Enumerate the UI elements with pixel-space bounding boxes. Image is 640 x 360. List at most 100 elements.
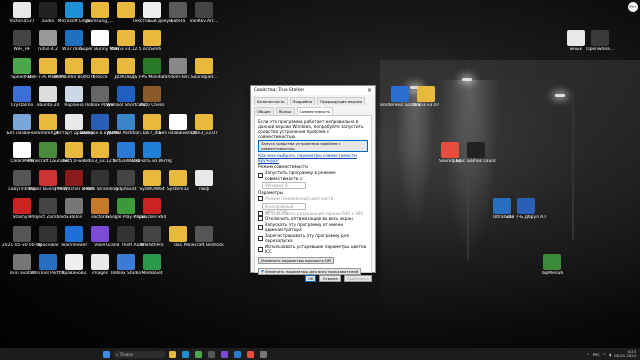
search-box[interactable]: ⌕ Поиск [113, 350, 166, 358]
checkbox-box[interactable] [258, 210, 263, 216]
lang-indicator[interactable]: РУС [593, 352, 600, 357]
desktop-icon[interactable]: Зай 7-Б Дбруя А.С [506, 198, 546, 234]
desktop-icon[interactable]: Epic Games Launcher [456, 142, 496, 178]
desktop-icon[interactable]: MediaGet [132, 254, 172, 290]
dialog-title: Свойства: True Stalker [254, 88, 305, 93]
checkbox-box[interactable] [258, 246, 263, 252]
app-icon [591, 30, 609, 46]
compat-mode-checkbox[interactable]: Запустить программу в режиме совместимос… [258, 170, 368, 181]
cancel-button[interactable]: Отмена [319, 275, 341, 282]
icc-label: Использовать устаревшие параметры цветов… [264, 243, 367, 255]
desktop-icon[interactable]: Odin3 v3.07 [406, 86, 446, 122]
mouse-cursor [321, 103, 324, 108]
edge-icon[interactable] [182, 350, 189, 358]
desktop-icon-label: Odin3_v3.07 [190, 131, 218, 136]
start-icon[interactable] [103, 350, 110, 358]
tab-security[interactable]: Безопасность [254, 97, 288, 105]
desktop-icon-label: Soundpad... [190, 75, 218, 80]
desktop-icon[interactable]: Minecraft Bedrock (... [184, 226, 224, 262]
search-placeholder: Поиск [120, 351, 133, 357]
dpi-button[interactable]: Изменить параметры высокого DPI [258, 256, 335, 264]
desktop-icon[interactable]: xSnKkv.Arc... [184, 2, 224, 38]
app-icon [195, 170, 213, 186]
desktop-icon-label: Epic Games Launcher [456, 159, 496, 164]
color-select[interactable]: 8-разрядный цвет (256) [262, 202, 306, 214]
tab-details[interactable]: Подробно [289, 97, 316, 105]
params-header: Параметры [258, 190, 284, 195]
checkbox-box[interactable] [258, 224, 263, 230]
desktop-icon-label: Скачать из Интернета [132, 159, 172, 164]
tab-previous-versions[interactable]: Предыдущие версии [317, 97, 365, 105]
icc-checkbox[interactable]: Использовать устаревшие параметры цветов… [258, 244, 368, 255]
app-icon [195, 114, 213, 130]
file-explorer-icon[interactable] [169, 350, 176, 358]
desktop-icon-label: Зай 7-Б Дбруя А.С [506, 215, 546, 220]
tab-general[interactable]: Общие [254, 107, 274, 115]
register-restart-label: Зарегистрировать эту программу для перез… [264, 232, 349, 244]
apply-button[interactable]: Применить [343, 275, 372, 282]
run-admin-checkbox[interactable]: Запускать эту программу от имени админис… [258, 222, 368, 233]
app-icon [143, 254, 161, 270]
desktop-icon-label: Odin3 v3.07 [412, 103, 440, 108]
desktop-icon[interactable]: TapMenu6 [532, 254, 572, 290]
desktop-icon[interactable]: пюф [184, 170, 224, 206]
desktop-icon[interactable]: Soundpad... [184, 58, 224, 94]
tab-compatibility[interactable]: Совместимость [296, 107, 334, 115]
viber-icon[interactable] [221, 350, 228, 358]
media-icon[interactable] [247, 350, 254, 358]
app-icon [195, 2, 213, 18]
properties-dialog: Свойства: True Stalker × Безопасность По… [250, 85, 376, 282]
notification-badge[interactable]: 99+ [628, 2, 638, 12]
dialog-titlebar: Свойства: True Stalker × [251, 86, 375, 95]
close-icon[interactable]: × [367, 87, 372, 94]
troubleshoot-button[interactable]: Запуск средства устранения проблем с сов… [258, 140, 368, 152]
app-icon [543, 254, 561, 270]
desktop-icon[interactable]: Openwhea... [580, 30, 620, 66]
tab-row-2: Общие Ярлык Совместимость [251, 105, 375, 115]
app-icon [143, 142, 161, 158]
intro-text: Если эта программа работает неправильно … [258, 119, 364, 139]
app-icon [143, 30, 161, 46]
compat-mode-select[interactable]: Windows 8 [262, 182, 306, 189]
compatibility-panel: Если эта программа работает неправильно … [254, 115, 372, 275]
desktop-icon[interactable]: Odin3_v3.07 [184, 114, 224, 150]
desktop-icon-label: MediaGet [141, 271, 163, 276]
app-icon [143, 86, 161, 102]
wifi-icon[interactable]: ◠ [603, 352, 606, 357]
dialog-footer: OK Отмена Применить [251, 273, 375, 284]
volume-icon[interactable]: ◖ [609, 352, 611, 357]
app-icon [143, 198, 161, 214]
desktop-icon-label: Openwhea... [586, 47, 614, 52]
chrome-icon[interactable] [195, 350, 202, 358]
checkbox-box[interactable] [258, 196, 263, 202]
desktop-icon-label: TapMenu6 [540, 271, 564, 276]
desktop-icon-label: Auto Chess [139, 103, 165, 108]
checkbox-box[interactable] [258, 235, 263, 241]
compat-mode-label: Запустить программу в режиме совместимос… [264, 170, 336, 181]
compat-mode-header: Режим совместимости [258, 164, 308, 169]
app-icon [517, 198, 535, 214]
tab-row-1: Безопасность Подробно Предыдущие версии [251, 95, 375, 105]
telegram-icon[interactable] [234, 350, 241, 358]
tab-shortcut[interactable]: Ярлык [275, 107, 295, 115]
ok-button[interactable]: OK [304, 275, 317, 282]
clock[interactable]: 0:23 05.01.2024 [614, 349, 636, 359]
steam-icon[interactable] [208, 350, 215, 358]
app-icon [195, 58, 213, 74]
manual-settings-link[interactable]: Как мне выбрать параметры совместимости … [258, 153, 368, 163]
system-tray: ^ РУС ◠ ◖ 0:23 05.01.2024 [586, 349, 640, 359]
desktop-icon-label: xSnKkv.Arc... [189, 19, 219, 24]
settings-icon[interactable] [260, 350, 267, 358]
register-restart-checkbox[interactable]: Зарегистрировать эту программу для перез… [258, 233, 368, 244]
desktop-icon-label: unlocker-x64 [137, 215, 167, 220]
reduced-color-label: Режим пониженной цветности [265, 196, 334, 201]
reduced-color-checkbox[interactable]: Режим пониженной цветности [258, 196, 368, 202]
checkbox-box[interactable] [258, 216, 263, 222]
checkbox-box[interactable] [258, 173, 263, 178]
taskbar: ⌕ Поиск ^ РУС ◠ ◖ 0:23 05.01.2024 [0, 348, 640, 360]
run-admin-label: Запускать эту программу от имени админис… [264, 221, 344, 233]
desktop-icon-label: Minecraft Bedrock (... [184, 243, 224, 248]
desktop-icon-label: пюф [198, 187, 210, 192]
all-users-button[interactable]: ⛨ Изменить параметры для всех пользовате… [258, 267, 362, 275]
chevron-up-icon[interactable]: ^ [586, 352, 589, 357]
